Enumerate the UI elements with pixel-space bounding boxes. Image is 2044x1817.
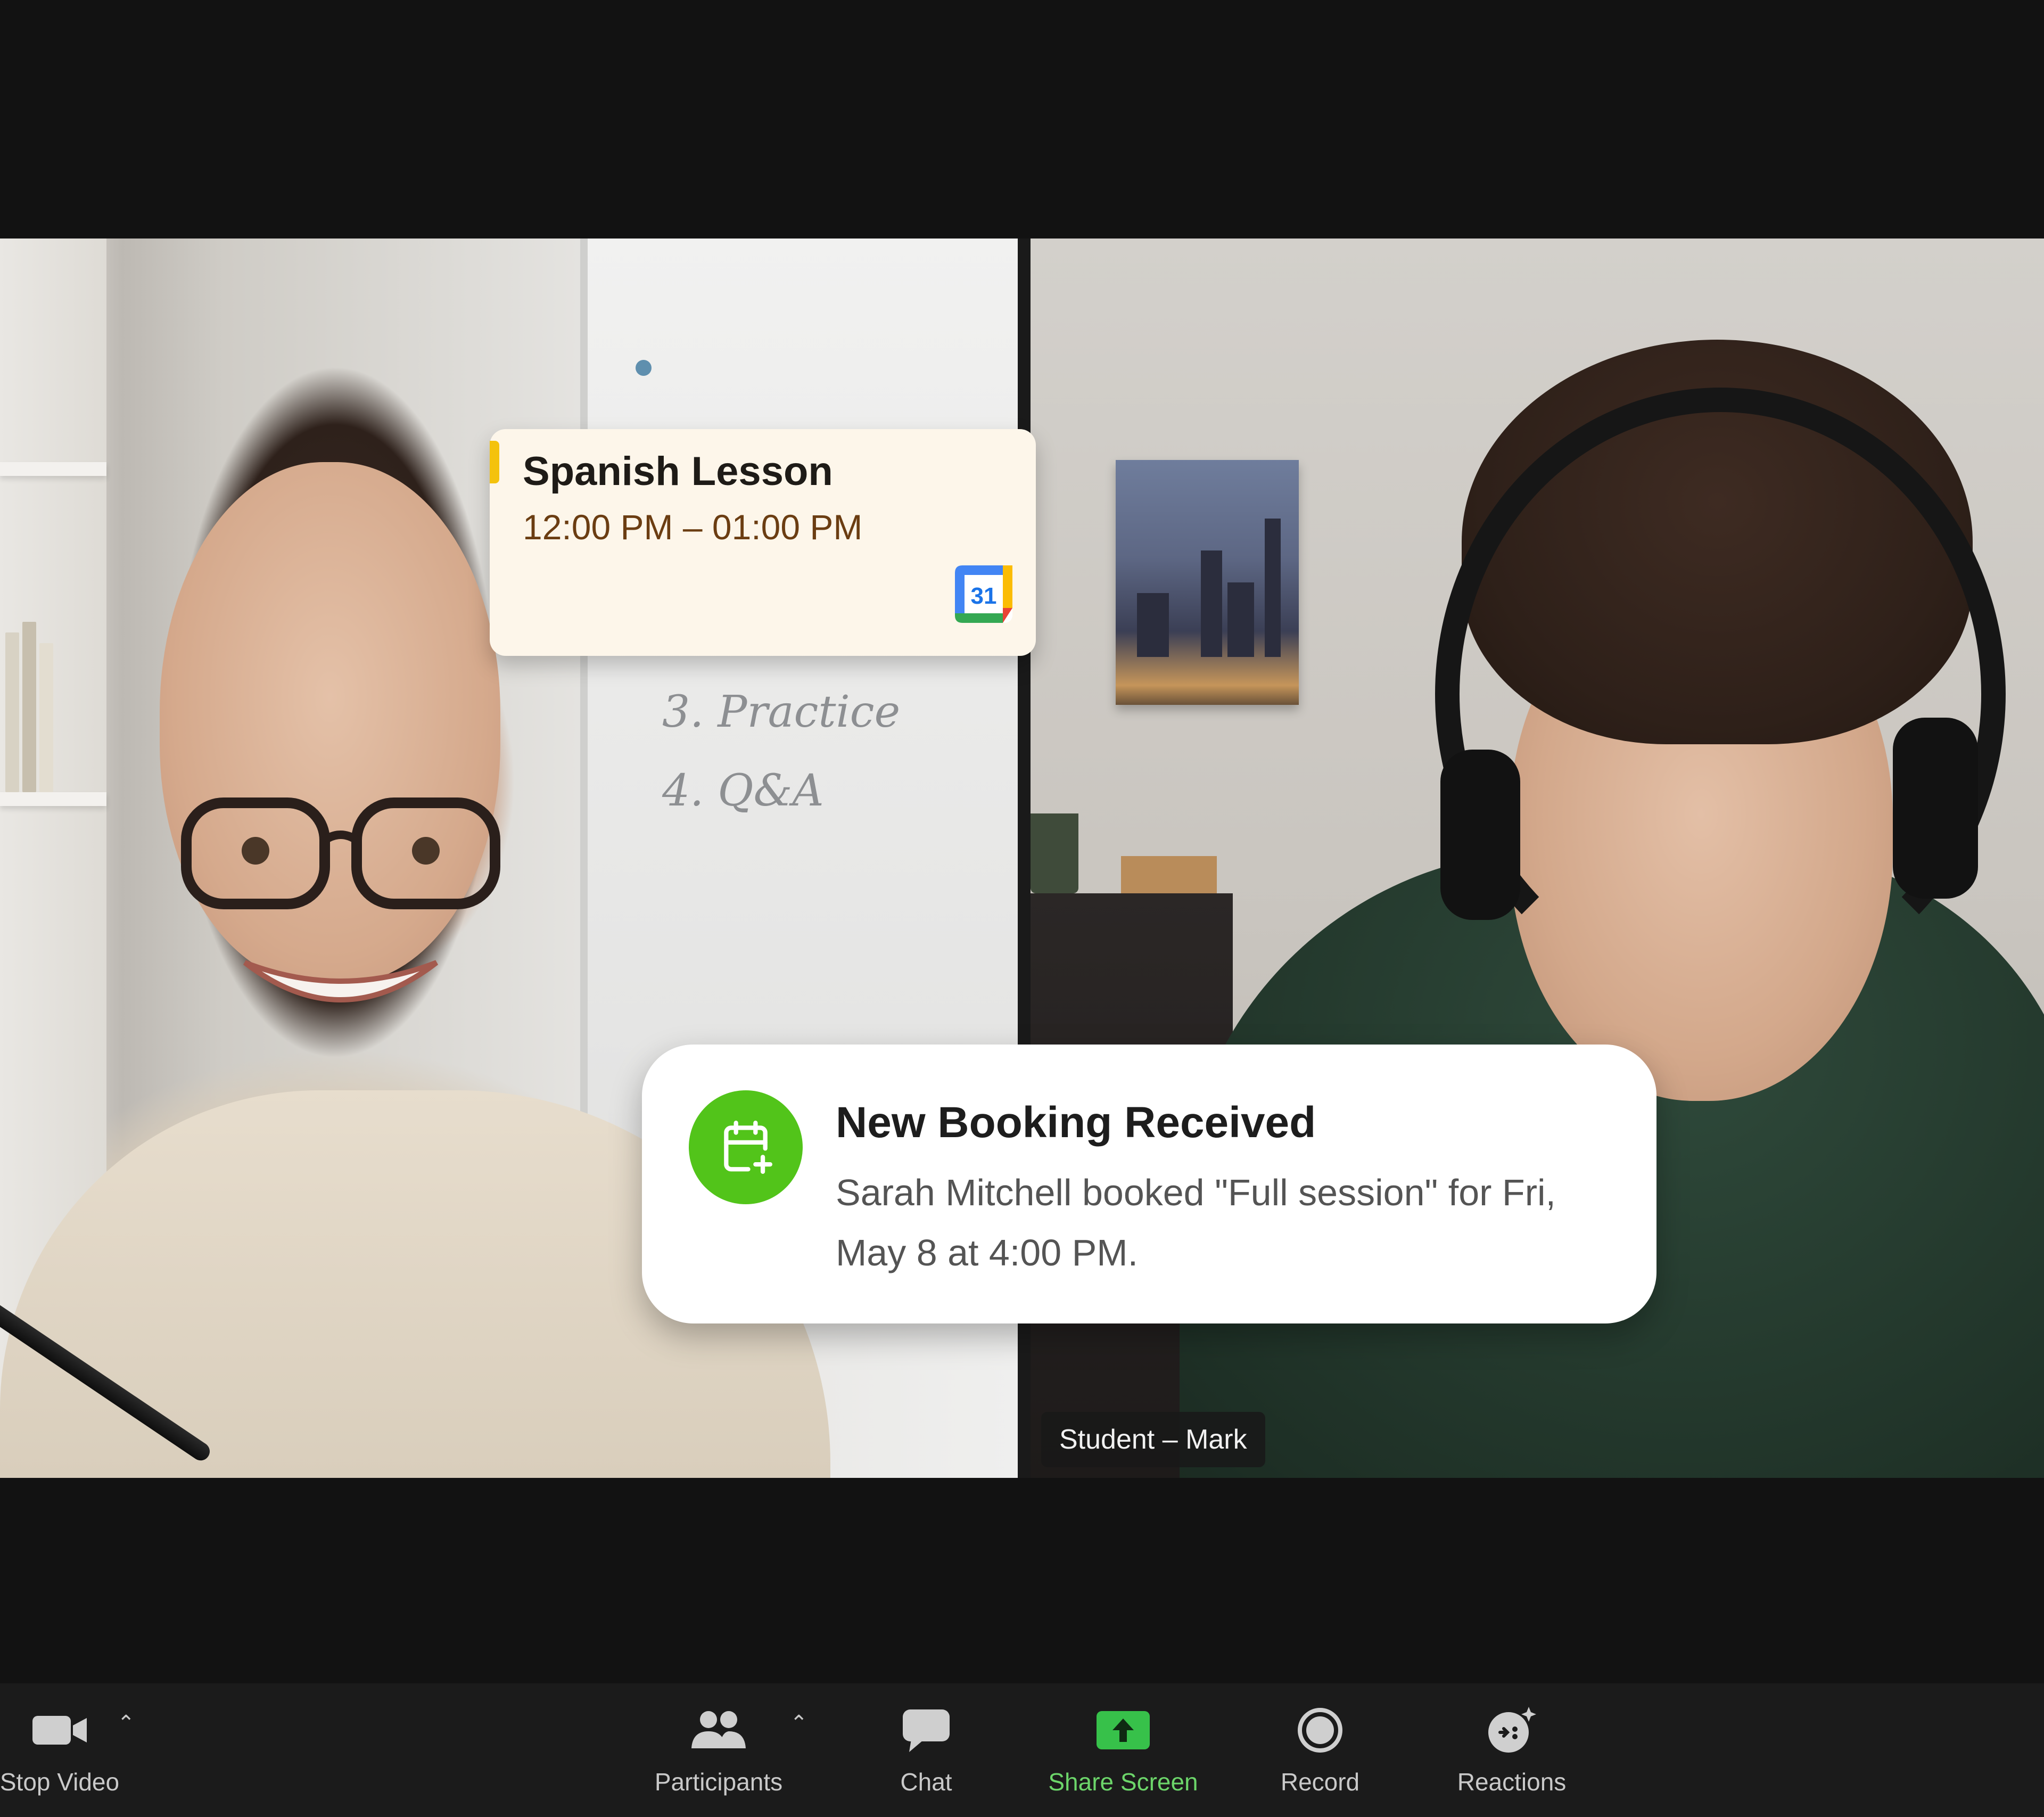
meeting-toolbar: Stop Video ⌃ Participants ⌃ Chat Share S…: [0, 1683, 2044, 1817]
reactions-button[interactable]: Reactions: [1437, 1703, 1586, 1809]
stop-video-label: Stop Video: [0, 1768, 120, 1796]
whiteboard: 3. Practice 4. Q&A: [580, 239, 1018, 1154]
event-color-bar: [490, 441, 499, 483]
notification-message: Sarah Mitchell booked "Full session" for…: [836, 1172, 1556, 1273]
city-poster: [1116, 460, 1299, 705]
chat-button[interactable]: Chat: [873, 1703, 979, 1809]
record-icon: [1296, 1703, 1344, 1758]
chat-label: Chat: [900, 1768, 952, 1796]
event-time: 12:00 PM – 01:00 PM: [523, 507, 863, 547]
record-label: Record: [1280, 1768, 1360, 1796]
share-screen-label: Share Screen: [1048, 1768, 1198, 1796]
reactions-label: Reactions: [1457, 1768, 1567, 1796]
reactions-icon: [1485, 1703, 1538, 1758]
event-title: Spanish Lesson: [523, 449, 833, 494]
participants-icon: [689, 1703, 748, 1758]
video-camera-icon: [30, 1703, 89, 1758]
calendar-event-card[interactable]: Spanish Lesson 12:00 PM – 01:00 PM 31: [490, 429, 1036, 656]
record-button[interactable]: Record: [1256, 1703, 1384, 1809]
headphone-left-cup: [1440, 750, 1520, 920]
notification-title: New Booking Received: [836, 1098, 1316, 1147]
participants-options-chevron-up-icon[interactable]: ⌃: [790, 1711, 808, 1736]
teacher-smile: [243, 960, 439, 1002]
share-screen-icon: [1095, 1703, 1151, 1758]
google-calendar-icon: 31: [955, 565, 1012, 623]
participants-button[interactable]: Participants: [639, 1703, 798, 1809]
stop-video-button[interactable]: Stop Video: [0, 1703, 123, 1809]
wooden-box: [1121, 856, 1217, 899]
headphones-icon: [1435, 388, 2006, 1001]
headphone-right-cup: [1893, 718, 1978, 899]
share-screen-button[interactable]: Share Screen: [1033, 1703, 1214, 1809]
whiteboard-line-qa: 4. Q&A: [662, 766, 824, 816]
calendar-plus-icon: [689, 1090, 803, 1204]
glasses-icon: [181, 797, 500, 909]
whiteboard-line-practice: 3. Practice: [662, 687, 901, 737]
chat-bubble-icon: [901, 1703, 952, 1758]
booking-notification[interactable]: New Booking Received Sarah Mitchell book…: [642, 1045, 1656, 1323]
participants-label: Participants: [654, 1768, 783, 1796]
participant-name: Student – Mark: [1059, 1424, 1247, 1455]
video-options-chevron-up-icon[interactable]: ⌃: [117, 1711, 135, 1736]
plant: [1031, 813, 1078, 893]
participant-name-badge: Student – Mark: [1041, 1412, 1265, 1467]
calendar-day: 31: [971, 583, 997, 609]
